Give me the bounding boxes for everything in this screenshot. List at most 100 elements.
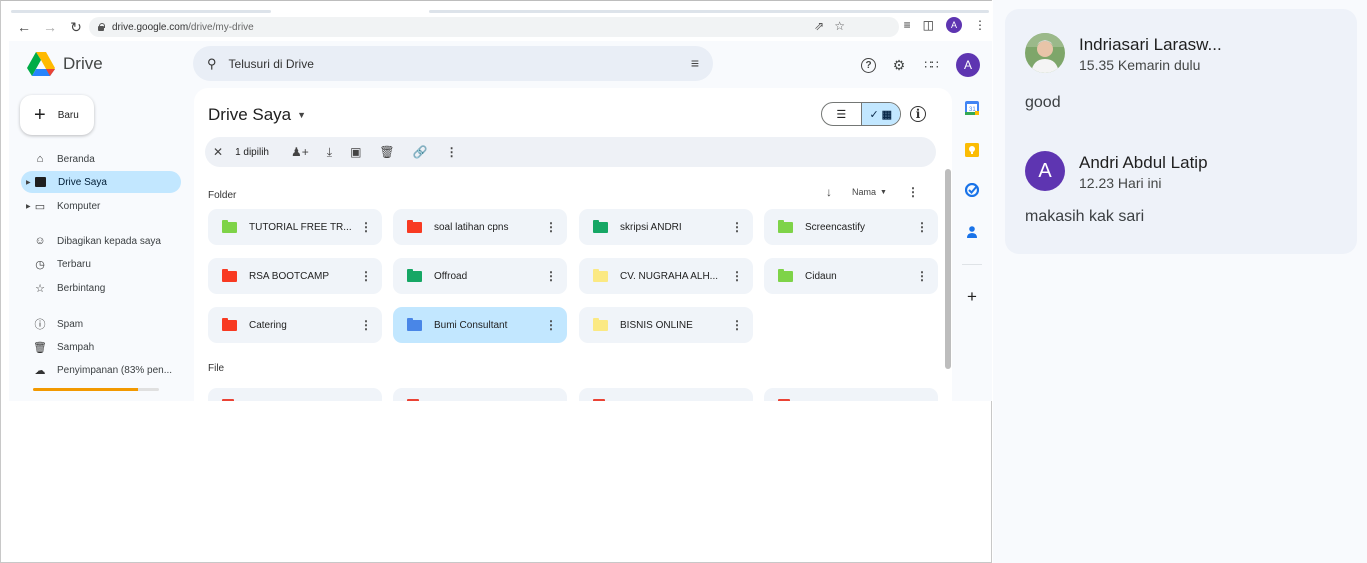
sidebar-item-berbintang[interactable]: ☆ Berbintang <box>21 277 181 299</box>
sidebar-item-label: Drive Saya <box>58 176 107 188</box>
address-bar[interactable]: drive.google.com/drive/my-drive ⇗ ☆ <box>89 17 899 37</box>
search-bar[interactable]: ⚲ Telusuri di Drive ≡ <box>193 46 713 81</box>
file-card[interactable] <box>764 388 938 401</box>
sort-direction-icon[interactable]: ↓ <box>826 185 832 199</box>
sidebar-item-terbaru[interactable]: ◷ Terbaru <box>21 253 181 275</box>
url-host: drive.google.com <box>112 21 189 33</box>
more-options-icon[interactable]: ⋮ <box>727 220 747 234</box>
more-options-icon[interactable]: ⋮ <box>541 220 561 234</box>
folder-card[interactable]: Catering ⋮ <box>208 307 382 343</box>
folder-card[interactable]: RSA BOOTCAMP ⋮ <box>208 258 382 294</box>
drive-logo[interactable]: Drive <box>27 52 103 76</box>
help-icon[interactable]: ? <box>861 57 876 73</box>
file-card[interactable] <box>393 388 567 401</box>
file-card[interactable] <box>579 388 753 401</box>
view-toggle[interactable]: ☰ ✓ ▦ <box>821 102 901 126</box>
sidebar-item-sampah[interactable]: 🗑 Sampah <box>21 336 181 358</box>
folder-section-label: Folder <box>208 190 237 201</box>
file-icon <box>778 399 790 401</box>
more-options-icon[interactable]: ⋮ <box>727 318 747 332</box>
folder-card[interactable]: Screencastify ⋮ <box>764 209 938 245</box>
folder-icon <box>593 219 608 233</box>
folder-card[interactable]: TUTORIAL FREE TR... ⋮ <box>208 209 382 245</box>
clock-icon: ◷ <box>35 258 45 271</box>
comment-text: makasih kak sari <box>1025 208 1145 225</box>
more-options-icon[interactable]: ⋮ <box>727 269 747 283</box>
screenshot-frame: ← → ↻ drive.google.com/drive/my-drive ⇗ … <box>0 0 992 563</box>
folder-card[interactable]: Bumi Consultant ⋮ <box>393 307 567 343</box>
reading-list-icon[interactable]: ≡ <box>904 18 911 32</box>
side-panel-icon[interactable]: ◫ <box>923 18 934 32</box>
folder-icon <box>407 268 422 282</box>
my-drive-icon <box>35 177 46 187</box>
page-title[interactable]: Drive Saya ▼ <box>208 105 306 125</box>
apps-grid-icon[interactable]: ∷∷ <box>922 56 940 74</box>
sidebar-item-penyimpanan[interactable]: ☁ Penyimpanan (83% pen... <box>21 359 181 381</box>
tasks-icon[interactable] <box>965 183 979 197</box>
folder-icon <box>222 317 237 331</box>
scrollbar[interactable] <box>945 169 951 369</box>
share-icon[interactable]: ⇗ <box>814 19 824 33</box>
clear-selection-icon[interactable]: ✕ <box>213 145 223 159</box>
grid-view-button[interactable]: ✓ ▦ <box>860 103 900 125</box>
folder-name: TUTORIAL FREE TR... <box>249 221 352 233</box>
tab-strip <box>429 10 989 13</box>
sort-field[interactable]: Nama <box>852 187 876 197</box>
folder-icon <box>593 268 608 282</box>
link-icon[interactable]: 🔗 <box>413 145 428 159</box>
more-options-icon[interactable]: ⋮ <box>912 269 932 283</box>
comment-author: Andri Abdul Latip <box>1079 153 1208 172</box>
search-options-icon[interactable]: ≡ <box>691 55 699 71</box>
forward-icon[interactable]: → <box>39 16 61 38</box>
reload-icon[interactable]: ↻ <box>65 16 87 38</box>
sidebar-item-beranda[interactable]: ⌂ Beranda <box>21 148 181 170</box>
folder-icon <box>778 219 793 233</box>
expand-caret-icon[interactable]: ▶ <box>26 179 31 186</box>
folder-name: soal latihan cpns <box>434 221 509 233</box>
sidebar-item-spam[interactable]: ⓘ Spam <box>21 313 181 335</box>
sidebar-item-drive-saya[interactable]: ▶ Drive Saya <box>21 171 181 193</box>
account-avatar[interactable]: A <box>956 53 980 77</box>
folder-name: Offroad <box>434 270 468 282</box>
settings-gear-icon[interactable]: ⚙ <box>890 56 908 74</box>
bookmark-star-icon[interactable]: ☆ <box>834 19 845 33</box>
download-icon[interactable]: ⤓ <box>327 145 332 160</box>
contacts-icon[interactable] <box>965 225 979 239</box>
more-options-icon[interactable]: ⋮ <box>541 318 561 332</box>
calendar-icon[interactable]: 31 <box>965 101 979 115</box>
file-icon <box>407 399 419 401</box>
more-options-icon[interactable]: ⋮ <box>356 318 376 332</box>
back-icon[interactable]: ← <box>13 16 35 38</box>
browser-menu-icon[interactable]: ⋮ <box>974 18 986 32</box>
more-options-icon[interactable]: ⋮ <box>912 220 932 234</box>
move-to-folder-icon[interactable]: ▣ <box>350 145 361 159</box>
file-card[interactable] <box>208 388 382 401</box>
more-options-icon[interactable]: ⋮ <box>356 220 376 234</box>
folder-card[interactable]: CV. NUGRAHA ALH... ⋮ <box>579 258 753 294</box>
info-icon[interactable]: i <box>910 106 926 122</box>
sidebar-item-label: Terbaru <box>57 258 91 270</box>
more-options-icon[interactable]: ⋮ <box>541 269 561 283</box>
expand-caret-icon[interactable]: ▶ <box>26 203 31 210</box>
spam-icon: ⓘ <box>34 319 46 331</box>
search-icon[interactable]: ⚲ <box>207 56 217 72</box>
share-person-add-icon[interactable]: ♟+ <box>291 145 309 159</box>
sidebar-item-komputer[interactable]: ▶ ▭ Komputer <box>21 195 181 217</box>
trash-icon[interactable]: 🗑 <box>379 145 394 159</box>
add-addon-plus-icon[interactable]: + <box>965 287 979 306</box>
more-options-icon[interactable]: ⋮ <box>356 269 376 283</box>
search-input[interactable]: Telusuri di Drive <box>229 57 314 71</box>
folder-card[interactable]: soal latihan cpns ⋮ <box>393 209 567 245</box>
list-view-button[interactable]: ☰ <box>822 103 861 125</box>
folder-card[interactable]: BISNIS ONLINE ⋮ <box>579 307 753 343</box>
folder-card[interactable]: Cidaun ⋮ <box>764 258 938 294</box>
sidebar-item-label: Komputer <box>57 200 101 212</box>
keep-icon[interactable] <box>965 143 979 157</box>
folder-card[interactable]: skripsi ANDRI ⋮ <box>579 209 753 245</box>
more-actions-icon[interactable]: ⋮ <box>446 145 458 159</box>
browser-profile-avatar[interactable]: A <box>946 17 962 33</box>
new-button[interactable]: + Baru <box>20 95 94 135</box>
folder-card[interactable]: Offroad ⋮ <box>393 258 567 294</box>
sidebar-item-dibagikan[interactable]: ☺ Dibagikan kepada saya <box>21 230 181 252</box>
more-options-icon[interactable]: ⋮ <box>907 185 919 199</box>
